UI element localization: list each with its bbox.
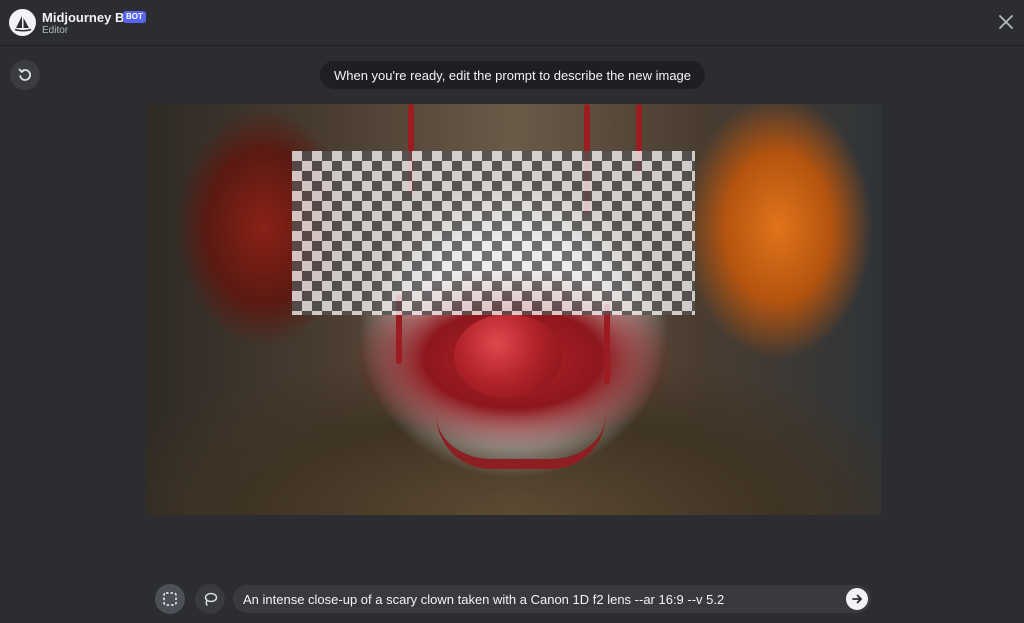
prompt-input[interactable] xyxy=(243,585,833,613)
clown-nose xyxy=(454,314,562,398)
lasso-select-icon xyxy=(204,592,218,606)
rectangle-select-button[interactable] xyxy=(155,584,185,614)
clown-mouth xyxy=(436,414,606,469)
rectangle-select-icon xyxy=(163,592,177,606)
lasso-select-button[interactable] xyxy=(195,584,225,614)
undo-button[interactable] xyxy=(10,60,40,90)
paint-drip xyxy=(604,304,610,384)
undo-icon xyxy=(18,68,31,81)
editor-hint: When you're ready, edit the prompt to de… xyxy=(320,61,705,89)
close-button[interactable] xyxy=(994,10,1018,34)
midjourney-sailboat-icon xyxy=(9,9,36,36)
editor-header: Midjourney Bot BOT Editor xyxy=(0,0,1024,46)
editor-subtitle: Editor xyxy=(42,25,69,36)
prompt-bar xyxy=(233,585,871,613)
erased-region-mask[interactable] xyxy=(292,151,695,315)
arrow-right-icon xyxy=(852,594,862,604)
submit-button[interactable] xyxy=(846,588,868,610)
editor-image-canvas[interactable] xyxy=(146,104,881,515)
close-icon xyxy=(999,15,1013,29)
bot-badge: BOT xyxy=(123,11,146,23)
